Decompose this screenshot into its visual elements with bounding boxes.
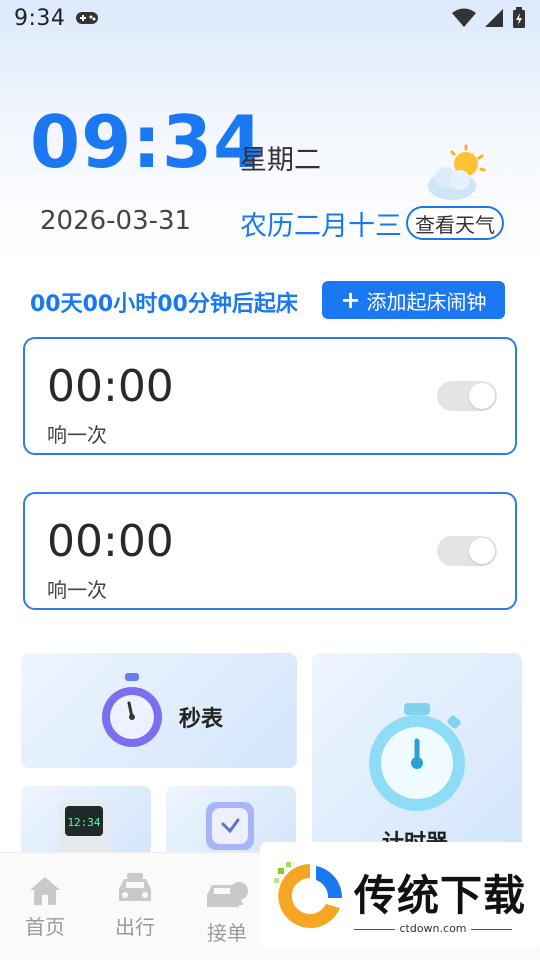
clock-icon: [206, 802, 254, 850]
weekday-label: 星期二: [240, 145, 321, 176]
alarm-time: 00:00: [47, 516, 174, 567]
nav-item-travel[interactable]: 出行: [100, 871, 170, 940]
plus-icon: +: [340, 286, 361, 314]
status-time: 9:34: [14, 5, 66, 31]
watermark-url: ctdown.com: [354, 922, 512, 935]
add-alarm-button[interactable]: + 添加起床闹钟: [322, 281, 505, 319]
stopwatch-tile[interactable]: 秒表: [21, 653, 297, 768]
svg-text:12:34: 12:34: [67, 816, 100, 829]
nav-label-home: 首页: [25, 915, 65, 939]
lunar-date-label: 农历二月十三: [240, 211, 402, 242]
timer-icon: [369, 703, 465, 811]
wifi-icon: [452, 8, 476, 27]
alarm-toggle[interactable]: [437, 536, 497, 566]
alarm-card[interactable]: 00:00 响一次: [23, 492, 517, 610]
alarm-time: 00:00: [47, 361, 174, 412]
toggle-knob: [469, 383, 495, 409]
nav-label-travel: 出行: [115, 915, 155, 939]
view-weather-button[interactable]: 查看天气: [406, 206, 504, 240]
watermark-title: 传统下载: [354, 871, 527, 920]
add-alarm-label: 添加起床闹钟: [366, 289, 487, 314]
alarm-repeat: 响一次: [47, 423, 107, 447]
toggle-knob: [469, 538, 495, 564]
partly-cloudy-icon: [428, 144, 486, 200]
main-clock-time: 09:34: [30, 100, 265, 184]
watermark: 传统下载 ctdown.com: [260, 842, 540, 948]
alarm-toggle[interactable]: [437, 381, 497, 411]
home-icon: [30, 877, 60, 905]
timer-tile[interactable]: 计时器: [312, 653, 522, 853]
cell-signal-icon: [485, 9, 503, 27]
car-icon: [119, 873, 151, 901]
stopwatch-icon: [102, 673, 162, 747]
status-bar: 9:34: [0, 0, 540, 36]
stopwatch-label: 秒表: [179, 707, 224, 732]
alarm-repeat: 响一次: [47, 578, 107, 602]
digital-clock-tile[interactable]: 12:34: [21, 786, 151, 856]
nav-item-orders[interactable]: 接单: [192, 877, 262, 946]
battery-icon: [513, 7, 525, 28]
gamepad-icon: [76, 12, 99, 24]
order-car-icon: [207, 882, 248, 907]
watermark-logo-icon: [274, 862, 343, 928]
digital-clock-icon: 12:34: [59, 800, 109, 856]
date-label: 2026-03-31: [40, 206, 192, 236]
nav-label-orders: 接单: [207, 921, 247, 945]
alarm-card[interactable]: 00:00 响一次: [23, 337, 517, 455]
nav-item-home[interactable]: 首页: [10, 875, 80, 940]
wakeup-countdown: 00天00小时00分钟后起床: [30, 292, 298, 317]
